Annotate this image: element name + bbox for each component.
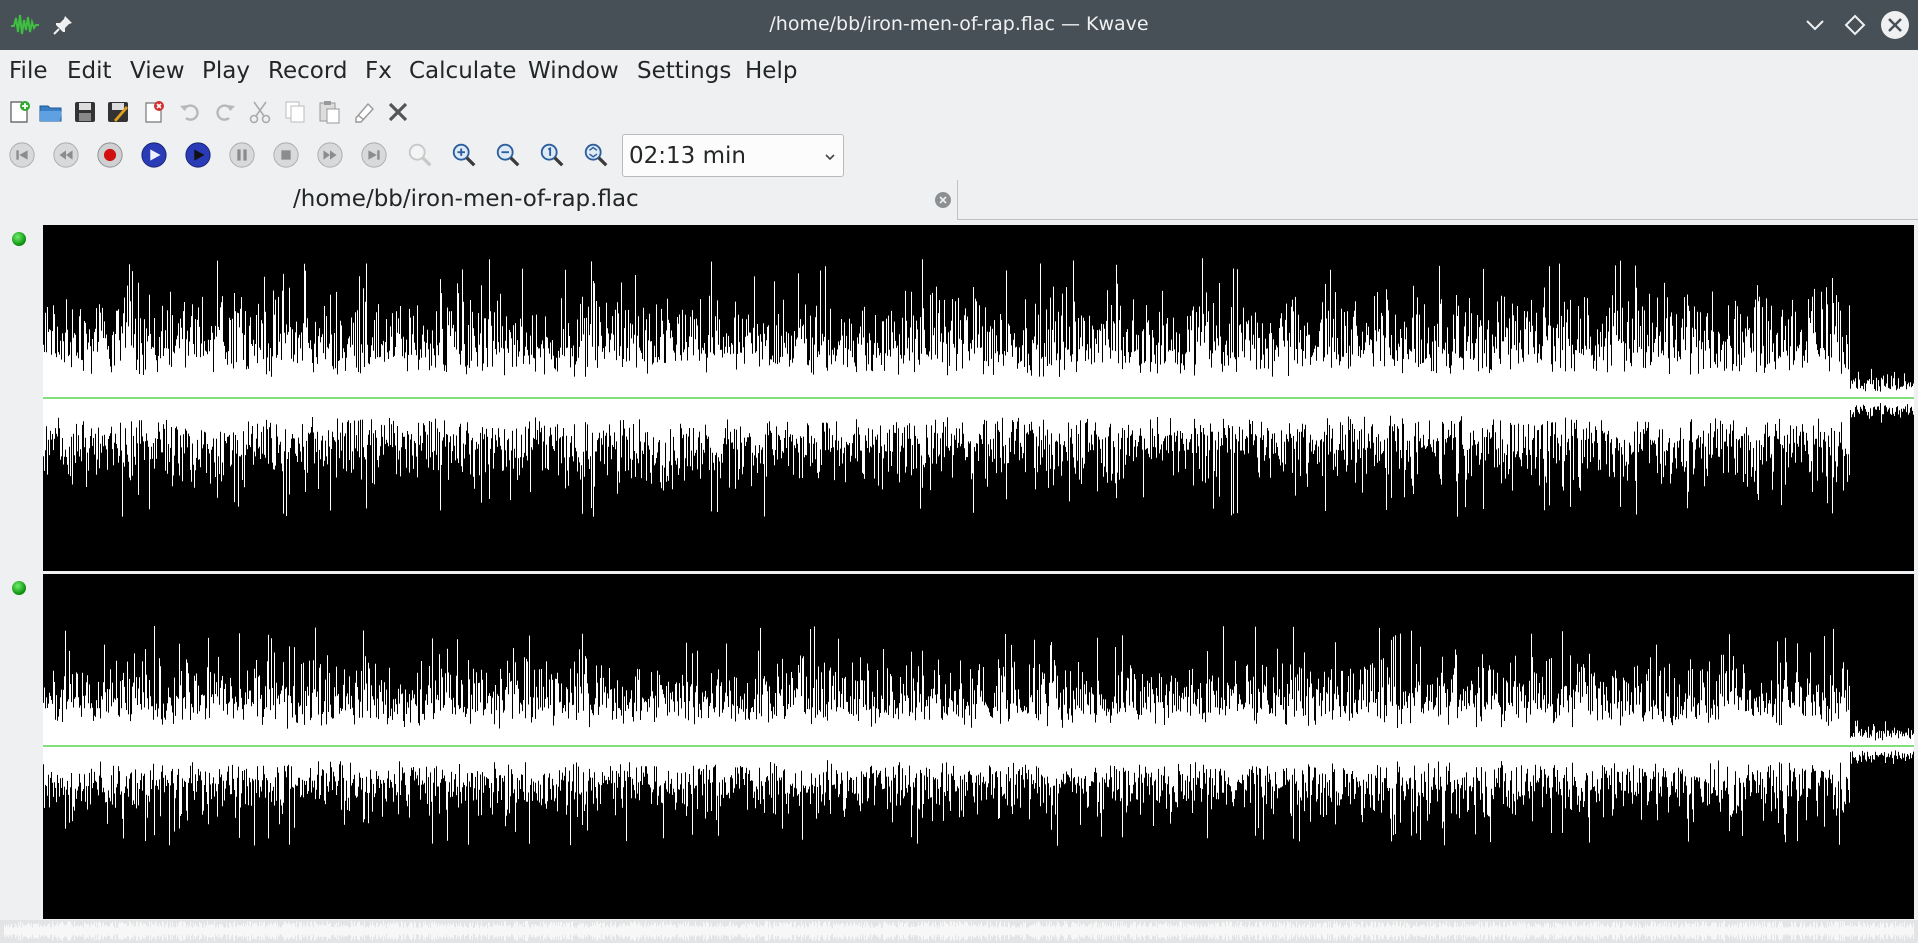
- zoom-to-fit-icon[interactable]: [582, 141, 612, 171]
- menu-calculate[interactable]: Calculate: [409, 58, 516, 84]
- menu-fx[interactable]: Fx: [365, 58, 392, 84]
- menu-view[interactable]: View: [130, 58, 185, 84]
- delete-icon[interactable]: [384, 98, 412, 126]
- menu-record[interactable]: Record: [268, 58, 347, 84]
- menu-edit[interactable]: Edit: [67, 58, 112, 84]
- menu-help[interactable]: Help: [745, 58, 797, 84]
- zoom-to-selection-icon[interactable]: [406, 141, 436, 171]
- rewind-icon[interactable]: [52, 141, 82, 171]
- tab-close-icon[interactable]: [934, 191, 952, 209]
- close-file-icon[interactable]: [140, 98, 168, 126]
- track-2-waveform[interactable]: [43, 574, 1914, 919]
- title-bar: /home/bb/iron-men-of-rap.flac — Kwave: [0, 0, 1918, 50]
- loop-play-icon[interactable]: [184, 141, 214, 171]
- minimize-icon[interactable]: [1802, 12, 1828, 38]
- document-tab-label: /home/bb/iron-men-of-rap.flac: [293, 186, 639, 212]
- zoom-select[interactable]: 02:13 min: [622, 134, 844, 177]
- overview-scrollbar[interactable]: [0, 920, 1918, 943]
- zoom-in-icon[interactable]: [450, 141, 480, 171]
- transport-toolbar: [0, 134, 1918, 178]
- close-icon[interactable]: [1880, 10, 1910, 40]
- menu-window[interactable]: Window: [528, 58, 619, 84]
- save-as-icon[interactable]: [104, 98, 132, 126]
- document-tab[interactable]: /home/bb/iron-men-of-rap.flac: [0, 180, 958, 220]
- menu-settings[interactable]: Settings: [637, 58, 731, 84]
- zoom-out-icon[interactable]: [494, 141, 524, 171]
- track-1-enable-led[interactable]: [12, 232, 26, 246]
- document-tab-bar: /home/bb/iron-men-of-rap.flac: [0, 180, 1918, 220]
- chevron-down-icon: [823, 149, 837, 163]
- overview-waveform: [4, 921, 1914, 941]
- track-1-waveform[interactable]: [43, 225, 1914, 571]
- erase-icon[interactable]: [350, 98, 378, 126]
- menu-bar: File Edit View Play Record Fx Calculate …: [0, 50, 1918, 92]
- waveform-channel-1: [43, 258, 1914, 517]
- stop-icon[interactable]: [272, 141, 302, 171]
- edit-toolbar: [0, 94, 1918, 132]
- zoom-original-icon[interactable]: [538, 141, 568, 171]
- pause-icon[interactable]: [228, 141, 258, 171]
- menu-play[interactable]: Play: [202, 58, 250, 84]
- skip-to-end-icon[interactable]: [360, 141, 390, 171]
- maximize-icon[interactable]: [1842, 12, 1868, 38]
- menu-file[interactable]: File: [9, 58, 48, 84]
- undo-icon[interactable]: [176, 98, 204, 126]
- window-title: /home/bb/iron-men-of-rap.flac — Kwave: [769, 13, 1149, 35]
- open-file-icon[interactable]: [37, 98, 65, 126]
- track-2-enable-led[interactable]: [12, 581, 26, 595]
- cut-icon[interactable]: [246, 98, 274, 126]
- waveform-channel-2: [43, 626, 1914, 846]
- record-icon[interactable]: [96, 141, 126, 171]
- new-file-icon[interactable]: [5, 98, 33, 126]
- paste-icon[interactable]: [315, 98, 343, 126]
- copy-icon[interactable]: [281, 98, 309, 126]
- skip-to-start-icon[interactable]: [8, 141, 38, 171]
- fast-forward-icon[interactable]: [316, 141, 346, 171]
- play-icon[interactable]: [140, 141, 170, 171]
- redo-icon[interactable]: [211, 98, 239, 126]
- save-icon[interactable]: [71, 98, 99, 126]
- zoom-select-value: 02:13 min: [629, 143, 746, 169]
